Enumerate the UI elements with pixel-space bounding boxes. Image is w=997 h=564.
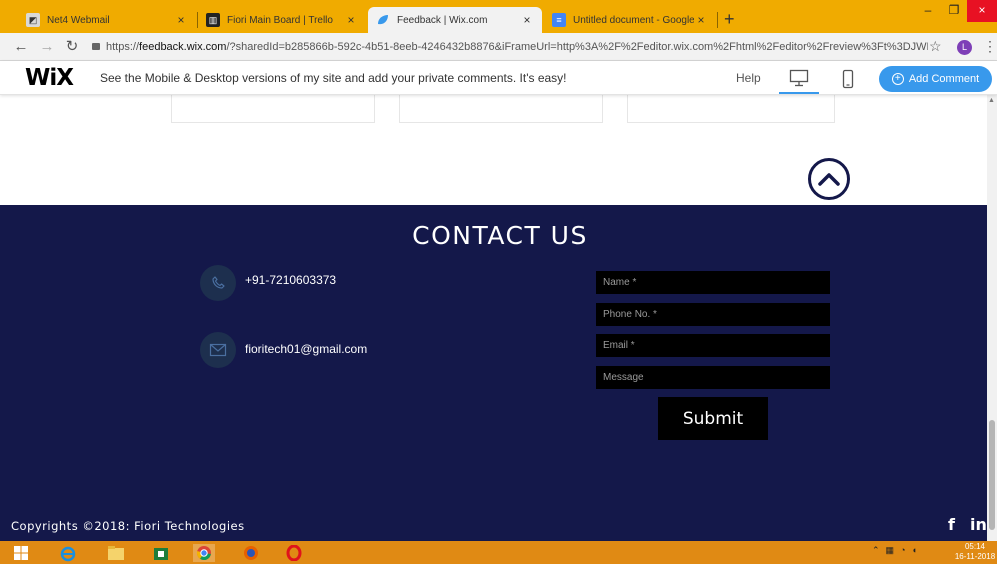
address-bar-row: ← → ↻ https://feedback.wix.com/?sharedId… (0, 33, 997, 61)
network-icon[interactable]: ▦ (886, 545, 895, 556)
tab-label: Fiori Main Board | Trello (227, 14, 333, 26)
wix-instruction-text: See the Mobile & Desktop versions of my … (100, 71, 567, 85)
tab-label: Feedback | Wix.com (397, 14, 488, 26)
linkedin-icon[interactable]: in (970, 515, 987, 534)
contact-phone[interactable]: +91-7210603373 (245, 273, 336, 287)
store-icon[interactable] (150, 544, 172, 562)
copyright-text: Copyrights ©2018: Fiori Technologies (11, 519, 245, 533)
clock-date: 16-11-2018 (954, 552, 996, 561)
system-tray: ⌃ ▦ ◔ ◖ (872, 545, 917, 556)
webmail-favicon-icon: ◩ (26, 13, 40, 27)
name-field[interactable]: Name * (596, 271, 830, 294)
windows-taskbar: ⌃ ▦ ◔ ◖ 05:14 16-11-2018 (0, 541, 997, 564)
new-tab-button[interactable]: + (724, 9, 735, 29)
internet-explorer-icon[interactable] (57, 544, 79, 562)
firefox-icon[interactable] (240, 544, 262, 562)
wix-favicon-icon (376, 13, 390, 27)
phone-icon (212, 276, 225, 289)
minimize-icon[interactable]: – (915, 0, 941, 22)
service-card (171, 95, 375, 123)
taskbar-clock[interactable]: 05:14 16-11-2018 (954, 542, 996, 562)
mobile-icon (842, 69, 854, 89)
contact-section: CONTACT US +91-7210603373 fioritech01@gm… (0, 205, 987, 541)
scrollbar-thumb[interactable] (989, 420, 995, 530)
phone-field[interactable]: Phone No. * (596, 303, 830, 326)
tab-net4-webmail[interactable]: ◩ Net4 Webmail × (18, 7, 196, 33)
file-explorer-icon[interactable] (105, 544, 127, 562)
add-comment-button[interactable]: + Add Comment (879, 66, 992, 92)
close-tab-icon[interactable]: × (694, 13, 708, 27)
windows-start-icon[interactable] (10, 544, 32, 562)
docs-favicon-icon: ≡ (552, 13, 566, 27)
opera-icon[interactable] (283, 544, 305, 562)
tab-feedback-wix[interactable]: Feedback | Wix.com × (368, 7, 542, 33)
site-preview: CONTACT US +91-7210603373 fioritech01@gm… (0, 95, 997, 541)
contact-email[interactable]: fioritech01@gmail.com (245, 342, 367, 356)
close-tab-icon[interactable]: × (344, 13, 358, 27)
email-icon-circle (200, 332, 236, 368)
tab-label: Untitled document - Google Doc (573, 14, 694, 26)
url-input[interactable]: https://feedback.wix.com/?sharedId=b2858… (92, 36, 928, 58)
facebook-icon[interactable]: f (948, 515, 955, 534)
phone-icon-circle (200, 265, 236, 301)
chevron-up-icon (818, 173, 840, 186)
url-prefix: https:// (106, 41, 140, 53)
url-host: feedback.wix.com (139, 41, 227, 53)
scroll-to-top-button[interactable] (808, 158, 850, 200)
forward-arrow-icon[interactable]: → (38, 38, 56, 56)
close-tab-icon[interactable]: × (520, 13, 534, 27)
menu-dots-icon[interactable]: ⋮ (983, 38, 997, 55)
lock-icon (92, 43, 100, 50)
profile-avatar[interactable]: L (957, 40, 972, 55)
tray-chevron-icon[interactable]: ⌃ (872, 545, 880, 556)
email-field[interactable]: Email * (596, 334, 830, 357)
back-arrow-icon[interactable]: ← (12, 38, 30, 56)
close-tab-icon[interactable]: × (174, 13, 188, 27)
trello-favicon-icon: ▥ (206, 13, 220, 27)
desktop-view-button[interactable] (779, 64, 819, 94)
message-field[interactable]: Message (596, 366, 830, 389)
tab-separator (717, 12, 718, 28)
tab-google-docs[interactable]: ≡ Untitled document - Google Doc × (544, 7, 716, 33)
url-path: /?sharedId=b285866b-592c-4b51-8eeb-42464… (226, 41, 928, 53)
bookmark-star-icon[interactable]: ☆ (929, 38, 942, 55)
plus-icon: + (891, 73, 904, 85)
scroll-up-arrow-icon[interactable]: ▲ (988, 97, 995, 104)
reload-icon[interactable]: ↻ (63, 38, 81, 56)
maximize-icon[interactable]: ❐ (941, 0, 967, 22)
wifi-icon[interactable]: ◔ (900, 545, 905, 556)
browser-tab-strip: ◩ Net4 Webmail × ▥ Fiori Main Board | Tr… (0, 0, 997, 33)
tab-trello[interactable]: ▥ Fiori Main Board | Trello × (198, 7, 366, 33)
mobile-view-button[interactable] (828, 64, 868, 94)
wix-logo: WiX (25, 65, 74, 91)
tab-label: Net4 Webmail (47, 14, 110, 26)
add-comment-label: Add Comment (908, 73, 980, 85)
envelope-icon (209, 343, 227, 357)
help-link[interactable]: Help (736, 71, 761, 85)
service-card (627, 95, 835, 123)
chrome-icon[interactable] (193, 544, 215, 562)
submit-button[interactable]: Submit (658, 397, 768, 440)
service-card (399, 95, 603, 123)
clock-time: 05:14 (964, 542, 986, 551)
wix-feedback-bar: WiX See the Mobile & Desktop versions of… (0, 61, 997, 95)
desktop-icon (789, 69, 809, 87)
close-window-icon[interactable]: × (967, 0, 997, 22)
contact-title: CONTACT US (412, 221, 588, 250)
volume-icon[interactable]: ◖ (912, 545, 917, 556)
